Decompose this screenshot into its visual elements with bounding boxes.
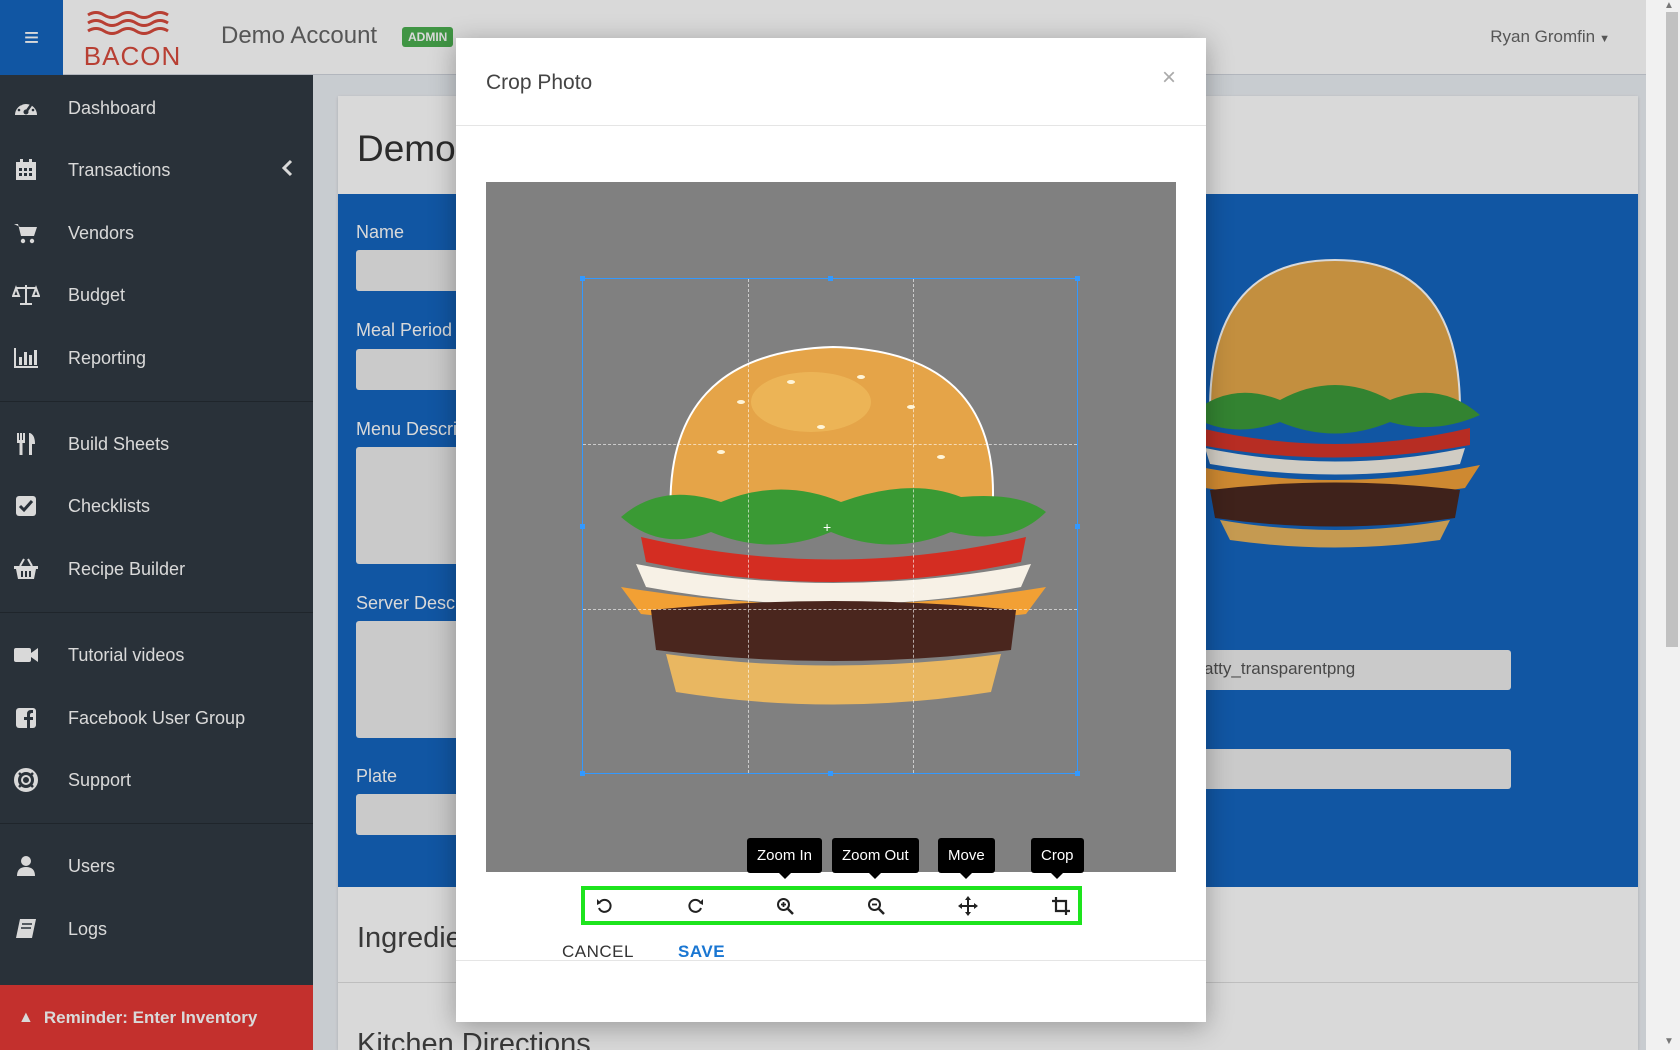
grid-line — [913, 279, 914, 773]
rotate-right-icon — [688, 898, 703, 913]
resize-handle-nw[interactable] — [580, 276, 585, 281]
save-button[interactable]: SAVE — [678, 942, 725, 962]
move-button[interactable] — [956, 894, 980, 918]
resize-handle-n[interactable] — [828, 276, 833, 281]
crop-selection-box[interactable]: + — [580, 276, 1080, 776]
grid-line — [583, 609, 1077, 610]
zoom-in-icon — [777, 898, 794, 915]
crop-photo-dialog: Crop Photo × + Zoom In Zoom Out Move Cro… — [456, 38, 1206, 1022]
scroll-down-icon[interactable]: ▼ — [1664, 1036, 1674, 1047]
resize-handle-se[interactable] — [1075, 771, 1080, 776]
rotate-right-button[interactable] — [683, 894, 707, 918]
zoom-in-tooltip: Zoom In — [747, 838, 823, 879]
modal-title: Crop Photo — [486, 71, 593, 94]
scroll-up-icon[interactable]: ▲ — [1664, 0, 1674, 11]
grid-line — [748, 279, 749, 773]
zoom-out-tooltip: Zoom Out — [832, 838, 919, 879]
crop-icon — [1052, 897, 1070, 915]
resize-handle-sw[interactable] — [580, 771, 585, 776]
resize-handle-w[interactable] — [580, 524, 585, 529]
crosshair-icon: + — [823, 519, 832, 535]
move-icon — [958, 896, 978, 916]
scrollbar-thumb[interactable] — [1666, 12, 1678, 647]
move-tooltip: Move — [938, 838, 995, 879]
modal-footer — [456, 960, 1206, 1022]
rotate-left-button[interactable] — [593, 894, 617, 918]
cancel-button[interactable]: CANCEL — [562, 942, 634, 962]
zoom-out-icon — [868, 898, 885, 915]
resize-handle-ne[interactable] — [1075, 276, 1080, 281]
resize-handle-s[interactable] — [828, 771, 833, 776]
crop-canvas[interactable]: + — [486, 182, 1176, 872]
zoom-out-button[interactable] — [864, 894, 888, 918]
resize-handle-e[interactable] — [1075, 524, 1080, 529]
crop-button[interactable] — [1049, 894, 1073, 918]
grid-line — [583, 444, 1077, 445]
rotate-left-icon — [597, 898, 612, 913]
crop-tooltip: Crop — [1031, 838, 1084, 879]
close-icon[interactable]: × — [1162, 64, 1176, 92]
crop-toolbar — [581, 886, 1082, 925]
modal-header: Crop Photo × — [456, 38, 1206, 126]
zoom-in-button[interactable] — [773, 894, 797, 918]
